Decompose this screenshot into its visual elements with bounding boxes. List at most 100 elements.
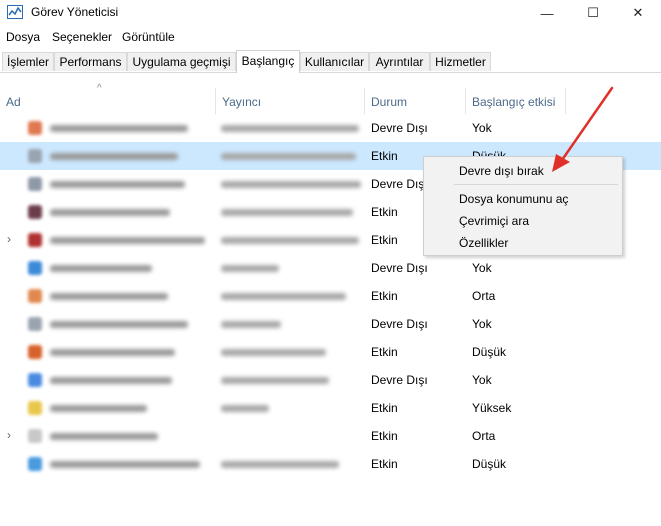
tab-uygulama-gecmisi[interactable]: Uygulama geçmişi	[127, 52, 236, 71]
app-icon	[28, 429, 42, 443]
impact-cell: Orta	[472, 289, 496, 303]
table-row[interactable]: Devre Dışı Yok	[0, 310, 661, 338]
impact-cell: Düşük	[472, 457, 507, 471]
table-row[interactable]: › Etkin Orta	[0, 422, 661, 450]
table-row[interactable]: Etkin Düşük	[0, 338, 661, 366]
table-row[interactable]: Etkin Yüksek	[0, 394, 661, 422]
impact-cell: Orta	[472, 429, 496, 443]
blurred-app-name	[50, 461, 200, 468]
menu-secenekler[interactable]: Seçenekler	[52, 30, 112, 44]
table-row[interactable]: Etkin Orta	[0, 282, 661, 310]
app-icon	[28, 457, 42, 471]
status-cell: Devre Dışı	[371, 317, 428, 331]
context-search-online[interactable]: Çevrimiçi ara	[459, 214, 529, 228]
blurred-app-name	[50, 237, 205, 244]
menu-dosya[interactable]: Dosya	[6, 30, 40, 44]
status-cell: Etkin	[371, 401, 398, 415]
table-row[interactable]: Etkin Düşük	[0, 450, 661, 478]
menu-bar: Dosya Seçenekler Görüntüle	[0, 27, 661, 47]
status-cell: Etkin	[371, 457, 398, 471]
expand-chevron-icon[interactable]: ›	[7, 232, 11, 246]
blurred-publisher	[221, 321, 281, 328]
app-icon	[28, 261, 42, 275]
tab-bar: İşlemler Performans Uygulama geçmişi Baş…	[0, 50, 661, 73]
blurred-publisher	[221, 181, 361, 188]
column-divider[interactable]	[215, 88, 216, 114]
app-icon	[28, 401, 42, 415]
blurred-app-name	[50, 153, 178, 160]
blurred-publisher	[221, 377, 329, 384]
tab-performans[interactable]: Performans	[54, 52, 127, 71]
status-cell: Etkin	[371, 205, 398, 219]
status-cell: Devre Dışı	[371, 177, 428, 191]
impact-cell: Yok	[472, 121, 492, 135]
blurred-publisher	[221, 237, 359, 244]
status-cell: Devre Dışı	[371, 261, 428, 275]
context-separator	[454, 184, 618, 185]
menu-goruntule[interactable]: Görüntüle	[122, 30, 175, 44]
context-disable[interactable]: Devre dışı bırak	[459, 164, 544, 178]
tab-hizmetler[interactable]: Hizmetler	[430, 52, 491, 71]
impact-cell: Yok	[472, 317, 492, 331]
status-cell: Etkin	[371, 289, 398, 303]
blurred-app-name	[50, 349, 175, 356]
status-cell: Etkin	[371, 345, 398, 359]
blurred-publisher	[221, 265, 279, 272]
title-bar: Görev Yöneticisi — ☐ ✕	[0, 0, 661, 26]
table-row[interactable]: Devre Dışı Yok	[0, 366, 661, 394]
blurred-app-name	[50, 321, 188, 328]
context-open-file-location[interactable]: Dosya konumunu aç	[459, 192, 568, 206]
blurred-app-name	[50, 265, 152, 272]
status-cell: Etkin	[371, 429, 398, 443]
app-icon	[28, 317, 42, 331]
app-icon	[28, 289, 42, 303]
blurred-app-name	[50, 377, 172, 384]
blurred-publisher	[221, 349, 326, 356]
context-properties[interactable]: Özellikler	[459, 236, 508, 250]
tab-kullanicilar[interactable]: Kullanıcılar	[300, 52, 369, 71]
column-header-status[interactable]: Durum	[371, 95, 407, 109]
blurred-publisher	[221, 461, 339, 468]
app-icon	[28, 205, 42, 219]
maximize-button[interactable]: ☐	[570, 0, 616, 26]
blurred-app-name	[50, 209, 170, 216]
app-icon	[28, 177, 42, 191]
app-icon	[28, 233, 42, 247]
task-manager-icon	[7, 5, 23, 19]
status-cell: Etkin	[371, 233, 398, 247]
column-header-publisher[interactable]: Yayıncı	[222, 95, 261, 109]
status-cell: Devre Dışı	[371, 121, 428, 135]
blurred-app-name	[50, 125, 188, 132]
blurred-publisher	[221, 153, 356, 160]
table-row[interactable]: Devre Dışı Yok	[0, 254, 661, 282]
column-divider[interactable]	[364, 88, 365, 114]
annotation-arrow	[552, 86, 614, 172]
app-icon	[28, 149, 42, 163]
column-header-name[interactable]: Ad	[6, 95, 21, 109]
close-button[interactable]: ✕	[615, 0, 661, 26]
impact-cell: Yok	[472, 261, 492, 275]
expand-chevron-icon[interactable]: ›	[7, 428, 11, 442]
column-divider[interactable]	[465, 88, 466, 114]
blurred-publisher	[221, 125, 359, 132]
status-cell: Devre Dışı	[371, 373, 428, 387]
blurred-app-name	[50, 433, 158, 440]
blurred-app-name	[50, 293, 168, 300]
app-icon	[28, 121, 42, 135]
impact-cell: Yok	[472, 373, 492, 387]
minimize-button[interactable]: —	[524, 0, 570, 26]
tab-baslangic[interactable]: Başlangıç	[236, 50, 300, 73]
tab-islemler[interactable]: İşlemler	[2, 52, 54, 71]
app-icon	[28, 345, 42, 359]
app-icon	[28, 373, 42, 387]
blurred-publisher	[221, 209, 353, 216]
impact-cell: Yüksek	[472, 401, 512, 415]
blurred-publisher	[221, 405, 269, 412]
status-cell: Etkin	[371, 149, 398, 163]
tab-ayrintilar[interactable]: Ayrıntılar	[369, 52, 430, 71]
blurred-app-name	[50, 405, 147, 412]
blurred-publisher	[221, 293, 346, 300]
impact-cell: Düşük	[472, 345, 507, 359]
blurred-app-name	[50, 181, 185, 188]
window-title: Görev Yöneticisi	[31, 5, 119, 19]
